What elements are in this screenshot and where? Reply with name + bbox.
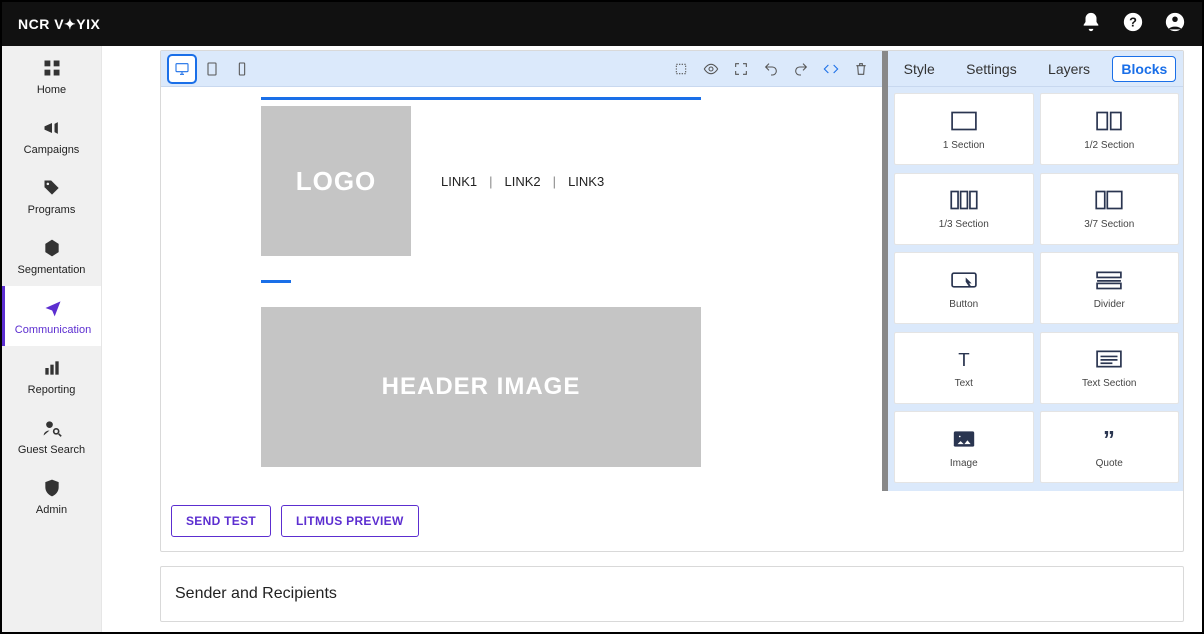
editor-canvas-pane: LOGO LINK1 | LINK2 | LINK3 (161, 51, 888, 491)
code-icon[interactable] (818, 56, 844, 82)
sidebar-item-campaigns[interactable]: Campaigns (2, 106, 101, 166)
block-quote[interactable]: ” Quote (1040, 411, 1180, 483)
grid-icon (42, 58, 62, 78)
sidebar-item-communication[interactable]: Communication (2, 286, 101, 346)
sidebar-item-label: Admin (36, 504, 67, 516)
litmus-preview-button[interactable]: LITMUS PREVIEW (281, 505, 419, 537)
sidebar-item-label: Communication (15, 324, 91, 336)
undo-icon[interactable] (758, 56, 784, 82)
tab-settings[interactable]: Settings (958, 57, 1025, 81)
panel-actions: SEND TEST LITMUS PREVIEW (161, 491, 1183, 551)
sender-recipients-panel[interactable]: Sender and Recipients (160, 566, 1184, 622)
section-title: Sender and Recipients (175, 585, 1169, 603)
sidebar-item-label: Reporting (28, 384, 76, 396)
svg-text:”: ” (1103, 426, 1115, 452)
email-editor: LOGO LINK1 | LINK2 | LINK3 (161, 51, 1183, 491)
megaphone-icon (42, 118, 62, 138)
blocks-palette: 1 Section 1/2 Section 1/3 Section 3 (888, 87, 1183, 491)
sidebar-item-reporting[interactable]: Reporting (2, 346, 101, 406)
nav-link[interactable]: LINK1 (441, 174, 477, 189)
device-tablet-icon[interactable] (199, 56, 225, 82)
header-image-placeholder[interactable]: HEADER IMAGE (261, 307, 701, 467)
block-text[interactable]: T Text (894, 332, 1034, 404)
bell-icon[interactable] (1080, 11, 1102, 38)
sidebar-item-label: Programs (28, 204, 76, 216)
logo-placeholder[interactable]: LOGO (261, 106, 411, 256)
tab-style[interactable]: Style (896, 57, 943, 81)
block-3-7-section[interactable]: 3/7 Section (1040, 173, 1180, 245)
fullscreen-icon[interactable] (728, 56, 754, 82)
preview-eye-icon[interactable] (698, 56, 724, 82)
editor-canvas[interactable]: LOGO LINK1 | LINK2 | LINK3 (161, 87, 882, 491)
device-desktop-icon[interactable] (169, 56, 195, 82)
block-1-section[interactable]: 1 Section (894, 93, 1034, 165)
svg-text:T: T (958, 349, 969, 370)
selected-block[interactable]: LOGO LINK1 | LINK2 | LINK3 (261, 97, 701, 256)
body-content-panel: LOGO LINK1 | LINK2 | LINK3 (160, 50, 1184, 552)
sidebar-item-label: Campaigns (24, 144, 80, 156)
brand-logo: NCR V✦YIX (18, 16, 100, 33)
trash-icon[interactable] (848, 56, 874, 82)
top-bar: NCR V✦YIX ? (2, 2, 1202, 46)
account-icon[interactable] (1164, 11, 1186, 38)
block-1-2-section[interactable]: 1/2 Section (1040, 93, 1180, 165)
nav-link[interactable]: LINK2 (505, 174, 541, 189)
nav-link[interactable]: LINK3 (568, 174, 604, 189)
separator: | (553, 174, 556, 189)
tag-icon (42, 178, 62, 198)
send-test-button[interactable]: SEND TEST (171, 505, 271, 537)
right-panel-tabs: Style Settings Layers Blocks (888, 51, 1183, 87)
sidebar-item-label: Home (37, 84, 66, 96)
select-icon[interactable] (668, 56, 694, 82)
main-content: LOGO LINK1 | LINK2 | LINK3 (102, 46, 1202, 632)
svg-text:?: ? (1129, 14, 1137, 29)
sidebar-item-programs[interactable]: Programs (2, 166, 101, 226)
sidebar-item-label: Guest Search (18, 444, 85, 456)
editor-toolbar (161, 51, 882, 87)
tab-blocks[interactable]: Blocks (1113, 57, 1175, 81)
hex-icon (42, 238, 62, 258)
chart-icon (42, 358, 62, 378)
user-search-icon (42, 418, 62, 438)
sidebar: Home Campaigns Programs Segmentation Com… (2, 46, 102, 632)
help-icon[interactable]: ? (1122, 11, 1144, 38)
block-image[interactable]: Image (894, 411, 1034, 483)
sidebar-item-home[interactable]: Home (2, 46, 101, 106)
nav-links: LINK1 | LINK2 | LINK3 (441, 174, 604, 189)
block-1-3-section[interactable]: 1/3 Section (894, 173, 1034, 245)
editor-right-panel: Style Settings Layers Blocks 1 Section 1… (888, 51, 1183, 491)
block-divider[interactable]: Divider (1040, 252, 1180, 324)
send-icon (43, 298, 63, 318)
topbar-icons: ? (1080, 11, 1186, 38)
block-button[interactable]: Button (894, 252, 1034, 324)
redo-icon[interactable] (788, 56, 814, 82)
separator: | (489, 174, 492, 189)
sidebar-item-segmentation[interactable]: Segmentation (2, 226, 101, 286)
device-mobile-icon[interactable] (229, 56, 255, 82)
block-handle[interactable] (261, 280, 291, 283)
sidebar-item-guest-search[interactable]: Guest Search (2, 406, 101, 466)
tab-layers[interactable]: Layers (1040, 57, 1098, 81)
sidebar-item-admin[interactable]: Admin (2, 466, 101, 526)
sidebar-item-label: Segmentation (18, 264, 86, 276)
shield-icon (42, 478, 62, 498)
block-text-section[interactable]: Text Section (1040, 332, 1180, 404)
